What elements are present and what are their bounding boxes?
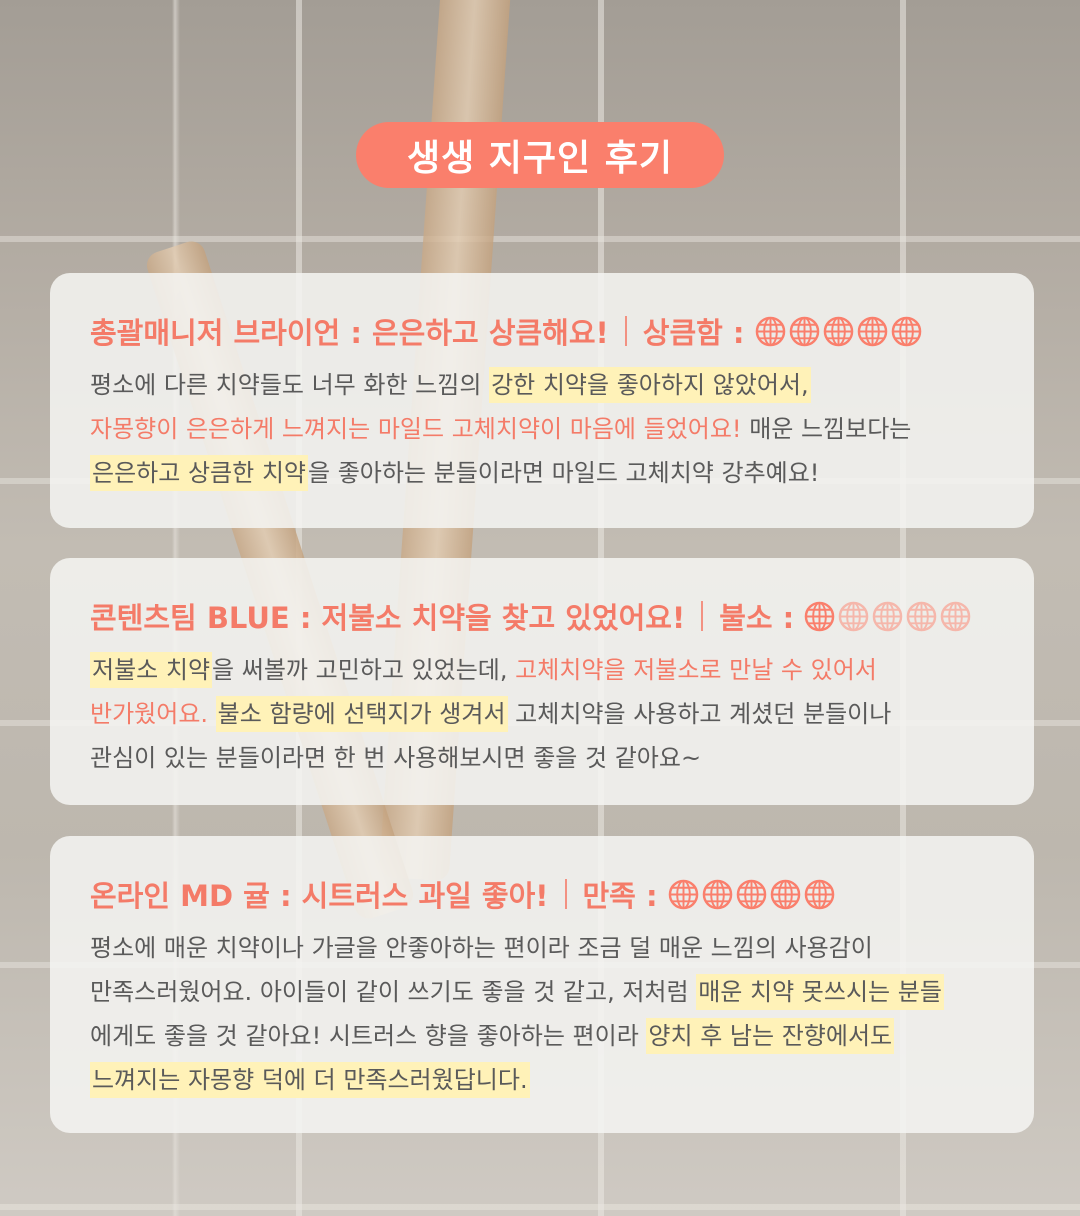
review-line: 자몽향이 은은하게 느껴지는 마일드 고체치약이 마음에 들었어요! 매운 느낌…: [90, 407, 994, 451]
review-line: 은은하고 상큼한 치약을 좋아하는 분들이라면 마일드 고체치약 강추예요!: [90, 451, 994, 495]
review-text: 관심이 있는 분들이라면 한 번 사용해보시면 좋을 것 같아요~: [90, 744, 702, 772]
review-card: 온라인 MD 귤 : 시트러스 과일 좋아! 만족 : 평소에 매운 치약이나 가글…: [50, 836, 1034, 1133]
highlighted-text: 저불소 치약: [90, 652, 213, 688]
globe-icon: [838, 601, 869, 632]
rating-label: 상큼함 :: [642, 316, 745, 350]
highlighted-text: 매운 치약 못쓰시는 분들: [696, 974, 944, 1010]
review-line: 관심이 있는 분들이라면 한 번 사용해보시면 좋을 것 같아요~: [90, 736, 994, 780]
review-title: 온라인 MD 귤 : 시트러스 과일 좋아! 만족 :: [90, 874, 994, 914]
review-card: 총괄매니저 브라이언 : 은은하고 상큼해요! 상큼함 : 평소에 다른 치약들도 …: [50, 273, 1034, 528]
emphasized-text: 고체치약을 저불소로 만날 수 있어서: [515, 656, 877, 684]
title-divider: [701, 601, 704, 631]
globe-icon: [857, 316, 888, 347]
review-text: 을 좋아하는 분들이라면 마일드 고체치약 강추예요!: [307, 459, 820, 487]
review-line: 평소에 다른 치약들도 너무 화한 느낌의 강한 치약을 좋아하지 않았어서,: [90, 363, 994, 407]
review-text: 만족스러웠어요. 아이들이 같이 쓰기도 좋을 것 같고, 저처럼: [90, 978, 697, 1006]
review-text: 을 써볼까 고민하고 있었는데,: [212, 656, 516, 684]
review-text: 고체치약을 사용하고 계셨던 분들이나: [507, 700, 892, 728]
review-title: 총괄매니저 브라이언 : 은은하고 상큼해요! 상큼함 :: [90, 311, 994, 351]
review-line: 만족스러웠어요. 아이들이 같이 쓰기도 좋을 것 같고, 저처럼 매운 치약 …: [90, 970, 994, 1014]
highlighted-text: 강한 치약을 좋아하지 않았어서,: [489, 367, 811, 403]
title-divider: [624, 316, 627, 346]
review-card: 콘텐츠팀 BLUE : 저불소 치약을 찾고 있었어요! 불소 : 저불소 치약을 …: [50, 558, 1034, 805]
globe-icon: [872, 601, 903, 632]
globe-icon: [940, 601, 971, 632]
reviewer-heading: 총괄매니저 브라이언 : 은은하고 상큼해요!: [90, 316, 609, 350]
reviewer-heading: 콘텐츠팀 BLUE : 저불소 치약을 찾고 있었어요!: [90, 601, 686, 635]
emphasized-text: 반가웠어요.: [90, 700, 209, 728]
title-divider: [564, 879, 567, 909]
globe-icon: [823, 316, 854, 347]
reviewer-heading: 온라인 MD 귤 : 시트러스 과일 좋아!: [90, 879, 549, 913]
rating-label: 불소 :: [719, 601, 795, 635]
review-text: 평소에 다른 치약들도 너무 화한 느낌의: [90, 371, 490, 399]
globe-icon: [804, 601, 835, 632]
highlighted-text: 양치 후 남는 잔향에서도: [646, 1018, 895, 1054]
rating-label: 만족 :: [582, 879, 658, 913]
review-text: 매운 느낌보다는: [741, 415, 912, 443]
globe-icon: [702, 879, 733, 910]
globe-icon: [755, 316, 786, 347]
globe-icon: [736, 879, 767, 910]
emphasized-text: 자몽향이 은은하게 느껴지는 마일드 고체치약이 마음에 들었어요!: [90, 415, 742, 443]
review-body: 평소에 다른 치약들도 너무 화한 느낌의 강한 치약을 좋아하지 않았어서, 자…: [90, 363, 994, 495]
globe-icon: [668, 879, 699, 910]
review-line: 느껴지는 자몽향 덕에 더 만족스러웠답니다.: [90, 1058, 994, 1102]
review-body: 평소에 매운 치약이나 가글을 안좋아하는 편이라 조금 덜 매운 느낌의 사용…: [90, 926, 994, 1102]
review-title: 콘텐츠팀 BLUE : 저불소 치약을 찾고 있었어요! 불소 :: [90, 596, 994, 636]
section-title-badge: 생생 지구인 후기: [356, 122, 724, 188]
review-line: 평소에 매운 치약이나 가글을 안좋아하는 편이라 조금 덜 매운 느낌의 사용…: [90, 926, 994, 970]
rating-globes: [668, 879, 835, 910]
highlighted-text: 은은하고 상큼한 치약: [90, 455, 308, 491]
review-body: 저불소 치약을 써볼까 고민하고 있었는데, 고체치약을 저불소로 만날 수 있…: [90, 648, 994, 780]
review-line: 에게도 좋을 것 같아요! 시트러스 향을 좋아하는 편이라 양치 후 남는 잔…: [90, 1014, 994, 1058]
rating-globes: [755, 316, 922, 347]
rating-globes: [804, 601, 971, 632]
review-text: 평소에 매운 치약이나 가글을 안좋아하는 편이라 조금 덜 매운 느낌의 사용…: [90, 934, 873, 962]
globe-icon: [789, 316, 820, 347]
review-text: 에게도 좋을 것 같아요! 시트러스 향을 좋아하는 편이라: [90, 1022, 647, 1050]
globe-icon: [891, 316, 922, 347]
globe-icon: [804, 879, 835, 910]
globe-icon: [906, 601, 937, 632]
review-line: 저불소 치약을 써볼까 고민하고 있었는데, 고체치약을 저불소로 만날 수 있…: [90, 648, 994, 692]
review-text: [208, 700, 216, 728]
review-line: 반가웠어요. 불소 함량에 선택지가 생겨서 고체치약을 사용하고 계셨던 분들…: [90, 692, 994, 736]
highlighted-text: 불소 함량에 선택지가 생겨서: [215, 696, 508, 732]
globe-icon: [770, 879, 801, 910]
highlighted-text: 느껴지는 자몽향 덕에 더 만족스러웠답니다.: [90, 1062, 530, 1098]
